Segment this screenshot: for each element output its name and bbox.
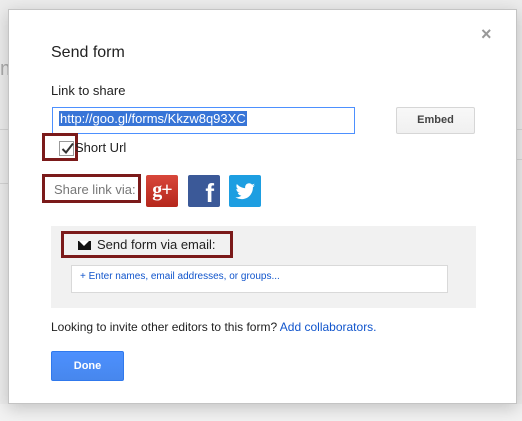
backdrop-divider	[0, 129, 8, 130]
twitter-bird-icon	[235, 183, 255, 200]
backdrop-divider	[517, 159, 522, 160]
embed-button[interactable]: Embed	[396, 107, 475, 134]
close-icon[interactable]: ×	[481, 25, 492, 43]
short-url-checkbox[interactable]	[59, 141, 74, 156]
short-url-label: Short Url	[75, 140, 127, 155]
add-collaborators-link[interactable]: Add collaborators.	[280, 320, 377, 334]
google-plus-glyph: g+	[152, 179, 172, 201]
backdrop-bottom-strip	[0, 404, 522, 421]
checkmark-icon	[61, 142, 74, 155]
backdrop-text-fragment: m	[0, 58, 8, 81]
twitter-icon[interactable]	[229, 175, 261, 207]
facebook-icon[interactable]: f	[188, 175, 220, 207]
done-button[interactable]: Done	[51, 351, 124, 381]
envelope-icon	[78, 241, 91, 250]
backdrop-divider	[517, 129, 522, 130]
dialog-title: Send form	[51, 44, 125, 61]
share-link-value: http://goo.gl/forms/Kkzw8q93XC	[59, 111, 247, 126]
send-form-dialog: × Send form Link to share http://goo.gl/…	[8, 9, 517, 404]
link-to-share-label: Link to share	[51, 83, 126, 98]
google-plus-icon[interactable]: g+	[146, 175, 178, 207]
email-recipients-input[interactable]: + Enter names, email addresses, or group…	[71, 265, 448, 293]
send-via-email-panel: Send form via email: + Enter names, emai…	[51, 226, 476, 308]
backdrop-divider	[0, 183, 8, 184]
invite-editors-text: Looking to invite other editors to this …	[51, 320, 377, 334]
facebook-glyph: f	[205, 178, 214, 207]
send-via-email-label: Send form via email:	[97, 237, 216, 252]
share-link-label: Share link via:	[54, 182, 136, 197]
invite-prompt: Looking to invite other editors to this …	[51, 320, 278, 334]
share-link-input[interactable]: http://goo.gl/forms/Kkzw8q93XC	[52, 107, 355, 134]
